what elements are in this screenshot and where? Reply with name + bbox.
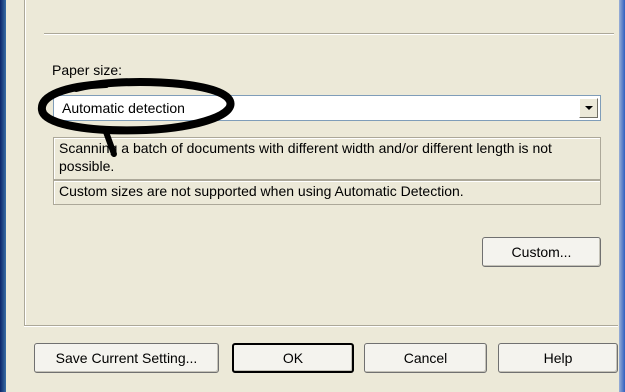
chevron-down-icon <box>585 106 593 110</box>
combo-dropdown-button[interactable] <box>579 98 598 118</box>
help-button[interactable]: Help <box>498 343 618 373</box>
ok-button[interactable]: OK <box>232 343 354 373</box>
cancel-button[interactable]: Cancel <box>364 343 487 373</box>
paper-size-custom-note: Custom sizes are not supported when usin… <box>53 180 601 205</box>
window-right-border <box>619 0 625 392</box>
paper-size-info-text: Scanning a batch of documents with diffe… <box>53 137 601 180</box>
paper-size-combo[interactable]: Automatic detection <box>53 95 601 121</box>
scanner-settings-dialog: Paper size: Automatic detection Scanning… <box>6 0 619 392</box>
custom-size-button[interactable]: Custom... <box>482 237 601 267</box>
paper-size-label: Paper size: <box>52 62 123 78</box>
paper-size-selected-value: Automatic detection <box>62 100 185 116</box>
save-current-setting-button[interactable]: Save Current Setting... <box>34 343 219 373</box>
separator-line <box>44 33 614 35</box>
